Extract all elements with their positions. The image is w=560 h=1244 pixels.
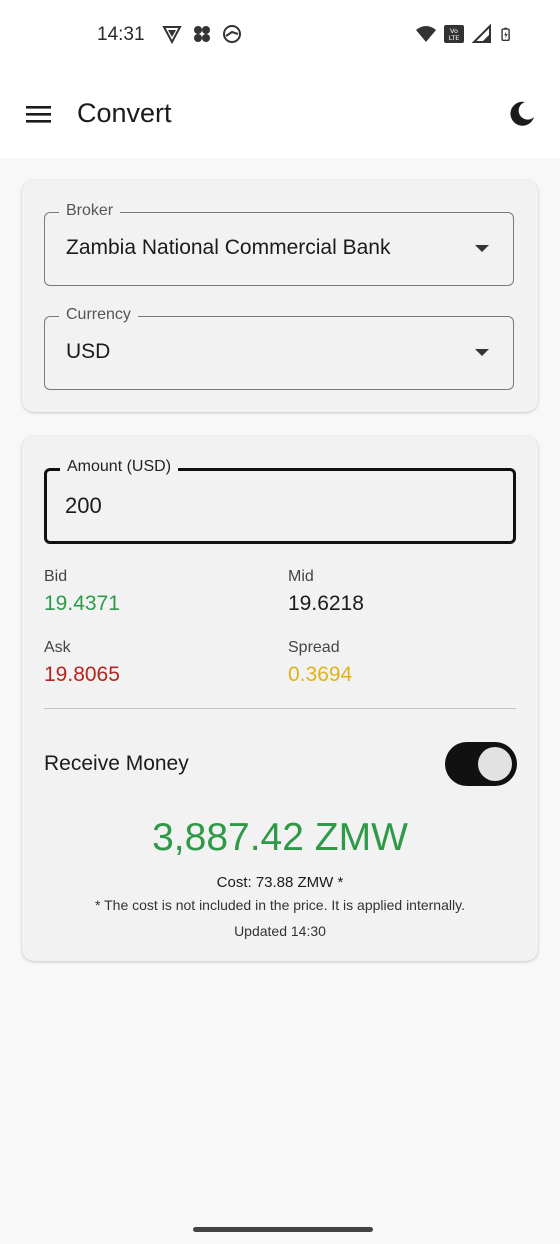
conversion-card: Amount (USD) Bid 19.4371 Mid 19.6218 Ask… bbox=[22, 436, 538, 961]
wifi-icon bbox=[416, 26, 436, 42]
result-amount: 3,887.42 ZMW bbox=[152, 816, 408, 859]
updated-timestamp: Updated 14:30 bbox=[234, 923, 326, 939]
selection-card: Broker Zambia National Commercial Bank C… bbox=[22, 180, 538, 412]
status-bar: 14:31 Vo LTE bbox=[0, 0, 560, 70]
ask-rate: Ask 19.8065 bbox=[44, 639, 120, 687]
currency-select[interactable]: Currency USD bbox=[44, 306, 514, 390]
mid-value: 19.6218 bbox=[288, 592, 364, 615]
gesture-nav-handle[interactable] bbox=[193, 1227, 373, 1232]
status-icons-left bbox=[162, 24, 242, 44]
currency-label: Currency bbox=[59, 306, 138, 324]
broker-value: Zambia National Commercial Bank bbox=[66, 236, 391, 259]
dropdown-arrow-icon bbox=[475, 245, 489, 252]
receive-money-toggle[interactable] bbox=[445, 742, 517, 786]
mid-label: Mid bbox=[288, 568, 314, 585]
broker-label: Broker bbox=[59, 202, 121, 220]
vpn-shield-icon bbox=[162, 26, 182, 44]
ask-value: 19.8065 bbox=[44, 663, 120, 686]
signal-icon bbox=[472, 24, 491, 43]
toggle-knob bbox=[478, 747, 512, 781]
spread-label: Spread bbox=[288, 639, 340, 656]
volte-text-lte: LTE bbox=[449, 34, 460, 42]
dropdown-arrow-icon bbox=[475, 349, 489, 356]
app-clover-icon bbox=[194, 26, 210, 42]
status-icons-right: Vo LTE bbox=[416, 24, 514, 44]
cost-note: * The cost is not included in the price.… bbox=[95, 897, 465, 913]
amount-label: Amount (USD) bbox=[60, 458, 179, 476]
ask-label: Ask bbox=[44, 639, 71, 656]
bid-value: 19.4371 bbox=[44, 592, 120, 615]
hamburger-menu-icon[interactable] bbox=[22, 98, 56, 130]
battery-charging-icon bbox=[501, 27, 510, 41]
moon-icon[interactable] bbox=[508, 100, 536, 128]
sync-globe-icon bbox=[223, 25, 241, 43]
page-title: Convert bbox=[77, 98, 172, 128]
result-cost: Cost: 73.88 ZMW * bbox=[216, 874, 344, 891]
broker-select[interactable]: Broker Zambia National Commercial Bank bbox=[44, 202, 514, 286]
amount-input[interactable] bbox=[65, 491, 485, 521]
bid-rate: Bid 19.4371 bbox=[44, 568, 120, 616]
spread-rate: Spread 0.3694 bbox=[288, 639, 352, 687]
app-bar: Convert bbox=[0, 70, 560, 158]
currency-value: USD bbox=[66, 340, 111, 363]
receive-money-label: Receive Money bbox=[44, 752, 189, 775]
spread-value: 0.3694 bbox=[288, 663, 353, 686]
mid-rate: Mid 19.6218 bbox=[288, 568, 364, 616]
divider bbox=[44, 708, 516, 709]
status-time: 14:31 bbox=[97, 24, 145, 45]
volte-icon: Vo LTE bbox=[444, 25, 464, 43]
bid-label: Bid bbox=[44, 568, 68, 585]
amount-field[interactable]: Amount (USD) bbox=[44, 458, 516, 544]
